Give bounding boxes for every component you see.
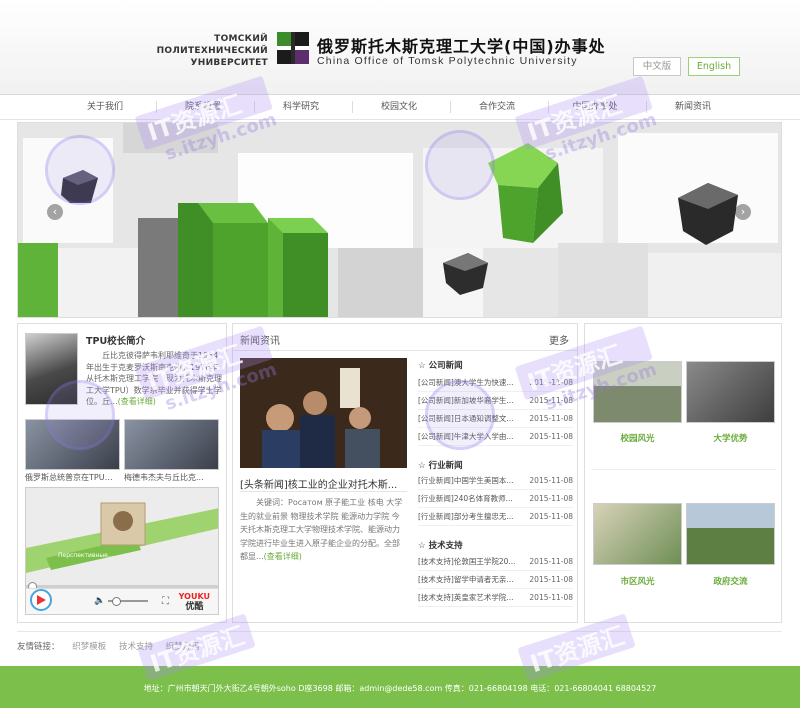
gallery-city-caption[interactable]: 市区风光 xyxy=(593,575,682,587)
office-english-title: China Office of Tomsk Polytechnic Univer… xyxy=(317,55,578,67)
industry-news-title: ☆ 行业新闻 xyxy=(418,461,463,471)
site-header: ТОМСКИЙ ПОЛИТЕХНИЧЕСКИЙ УНИВЕРСИТЕТ 俄罗斯托… xyxy=(0,0,800,94)
president-title[interactable]: TPU校长简介 xyxy=(86,333,145,347)
list-item[interactable]: [行业新闻]部分考生擅忠无... 2015-11-08 xyxy=(418,508,573,526)
list-item[interactable]: [技术支持]伦敦国王学院20... 2015-11-08 xyxy=(418,553,573,571)
list-item[interactable]: [公司新闻]新加坡华裔学生... 2015-11-08 xyxy=(418,392,573,410)
gallery-panel: 校园风光 大学优势 市区风光 政府交流 xyxy=(584,323,782,623)
gallery-city-photo[interactable] xyxy=(593,503,682,565)
friend-link-1[interactable]: 织梦模板 xyxy=(72,642,106,652)
university-russian-name: ТОМСКИЙ ПОЛИТЕХНИЧЕСКИЙ УНИВЕРСИТЕТ xyxy=(156,34,268,68)
president-intro: 丘比克彼得萨韦利耶维奇于1954年出生于克麦罗沃斯南克州。1976年从托木斯克理… xyxy=(86,351,222,406)
banner-cubes-illustration xyxy=(18,123,781,317)
nav-cooperation[interactable]: 合作交流 xyxy=(449,95,545,119)
volume-icon[interactable]: 🔈 xyxy=(94,596,105,606)
banner-next-arrow-icon[interactable]: › xyxy=(735,204,751,220)
nav-departments[interactable]: 院系设置 xyxy=(155,95,251,119)
news-thumb-1[interactable] xyxy=(25,419,120,470)
divider xyxy=(17,631,782,632)
video-controls: 🔈 ⛶ YOUKU 优酷 xyxy=(26,588,218,614)
volume-slider-handle[interactable] xyxy=(112,597,121,606)
headline-more-link[interactable]: (查看详细) xyxy=(264,552,302,561)
nav-china-office[interactable]: 中国办事处 xyxy=(547,95,643,119)
gallery-government-caption[interactable]: 政府交流 xyxy=(686,575,775,587)
list-item[interactable]: [技术支持]留学申请者无亲... 2015-11-08 xyxy=(418,571,573,589)
company-news-title: ☆ 公司新闻 xyxy=(418,361,463,371)
divider xyxy=(240,491,407,492)
site-footer: 地址：广州市朝天门外大街乙4号朝外soho D座3698 邮箱：admin@de… xyxy=(0,666,800,708)
gallery-campus-photo[interactable] xyxy=(593,361,682,423)
fullscreen-icon[interactable]: ⛶ xyxy=(162,596,169,607)
divider xyxy=(233,350,577,351)
gallery-advantage-caption[interactable]: 大学优势 xyxy=(686,432,775,444)
list-item[interactable]: [行业新闻]240名体育教师... 2015-11-08 xyxy=(418,490,573,508)
president-more-link[interactable]: (查看详细) xyxy=(118,397,156,406)
chinese-version-button[interactable]: 中文版 xyxy=(633,57,681,76)
tech-support-title: ☆ 技术支持 xyxy=(418,541,463,551)
nav-about[interactable]: 关于我们 xyxy=(57,95,153,119)
gallery-advantage-photo[interactable] xyxy=(686,361,775,423)
nav-news[interactable]: 新闻资讯 xyxy=(645,95,741,119)
friend-links: 友情链接： 织梦模板 技术支持 织梦源码 xyxy=(17,640,208,652)
nav-campus-culture[interactable]: 校园文化 xyxy=(351,95,447,119)
list-item[interactable]: [公司新闻]牛津大学入学由... 2015-11-08 xyxy=(418,428,573,446)
news-section-title: 新闻资讯 xyxy=(240,336,280,347)
friend-links-label: 友情链接： xyxy=(17,642,60,652)
friend-link-2[interactable]: 技术支持 xyxy=(119,642,153,652)
list-item[interactable]: [行业新闻]中国学生美国本... 2015-11-08 xyxy=(418,472,573,490)
news-panel: 新闻资讯 更多 [头条新闻]核工业的企业对托木斯... 关键词：Росатом … xyxy=(232,323,578,623)
english-version-button[interactable]: English xyxy=(688,57,740,76)
news-thumb-2[interactable] xyxy=(124,419,219,470)
video-player[interactable]: Перспективные... 🔈 ⛶ YOUKU 优酷 xyxy=(25,487,219,615)
news-thumb-1-caption[interactable]: 俄罗斯总统普京在TPU现... xyxy=(25,472,120,483)
list-item[interactable]: [公司新闻]日本通知调整文... 2015-11-08 xyxy=(418,410,573,428)
youku-logo: YOUKU 优酷 xyxy=(178,592,210,612)
tpu-logo-icon[interactable] xyxy=(277,32,309,64)
divider xyxy=(591,469,776,470)
president-panel: TPU校长简介 丘比克彼得萨韦利耶维奇于1954年出生于克麦罗沃斯南克州。197… xyxy=(17,323,227,623)
friend-link-3[interactable]: 织梦源码 xyxy=(166,642,200,652)
video-film-title: Перспективные... xyxy=(58,552,114,559)
headline-summary: 关键词：Росатом 原子能工业 核电 大学生的就业前景 物理技术学院 能源动… xyxy=(240,498,403,561)
video-frame xyxy=(26,488,218,588)
hero-banner[interactable] xyxy=(17,122,782,318)
president-photo[interactable] xyxy=(25,333,78,405)
nav-research[interactable]: 科学研究 xyxy=(253,95,349,119)
main-nav: 关于我们 院系设置 科学研究 校园文化 合作交流 中国办事处 新闻资讯 xyxy=(0,94,800,120)
news-thumb-2-caption[interactable]: 梅德韦杰夫与丘比克... xyxy=(124,472,219,483)
headline-title[interactable]: [头条新闻]核工业的企业对托木斯... xyxy=(240,476,407,491)
list-item[interactable]: [技术支持]英皇家艺术学院... 2015-11-08 xyxy=(418,589,573,607)
banner-prev-arrow-icon[interactable]: ‹ xyxy=(47,204,63,220)
gallery-government-photo[interactable] xyxy=(686,503,775,565)
list-item[interactable]: [公司新闻]澳大学生为快速... 2015-11-08 xyxy=(418,374,573,392)
gallery-campus-caption[interactable]: 校园风光 xyxy=(593,432,682,444)
headline-photo-art xyxy=(240,358,407,470)
headline-photo[interactable] xyxy=(240,358,407,470)
news-more-link[interactable]: 更多 xyxy=(549,332,569,347)
office-chinese-title: 俄罗斯托木斯克理工大学(中国)办事处 xyxy=(317,37,606,56)
play-icon[interactable] xyxy=(30,589,52,611)
